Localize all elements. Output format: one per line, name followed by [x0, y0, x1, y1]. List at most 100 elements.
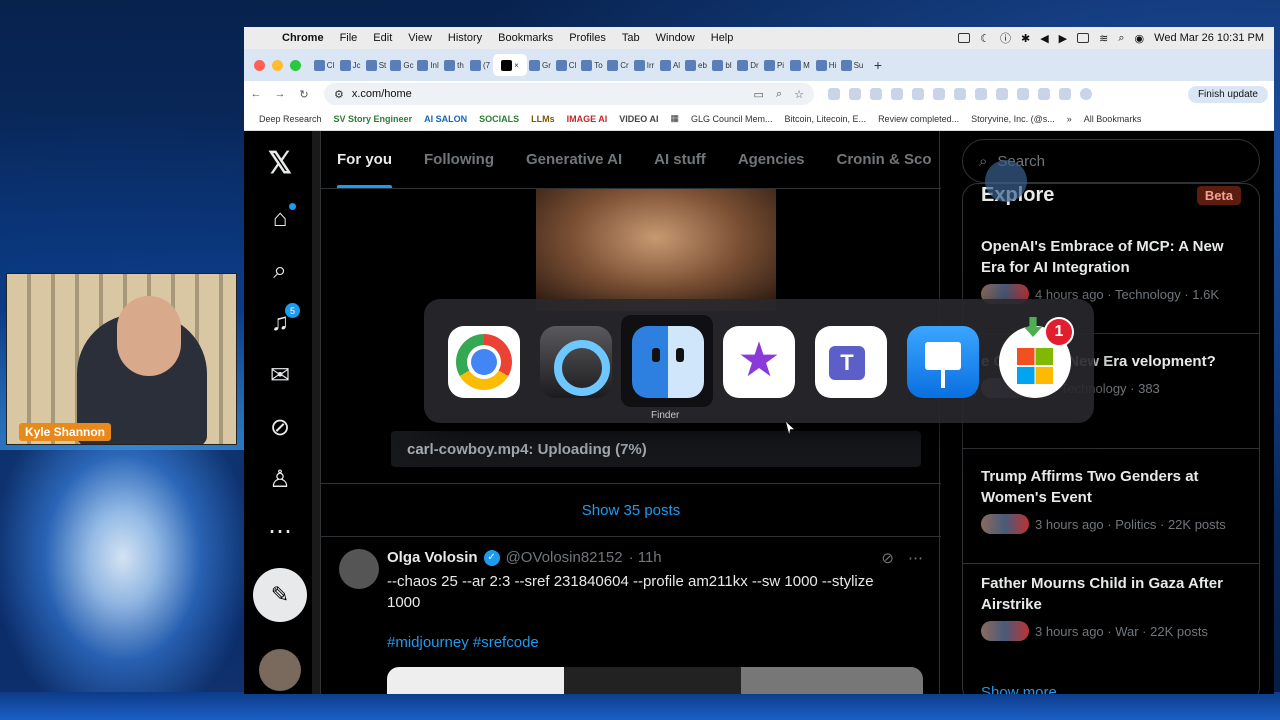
- menu-history[interactable]: History: [440, 32, 490, 44]
- close-window-button[interactable]: [254, 59, 265, 71]
- apps-grid-icon[interactable]: ▦: [667, 112, 682, 125]
- menu-tab[interactable]: Tab: [614, 32, 648, 44]
- menu-help[interactable]: Help: [703, 32, 742, 44]
- keynote-icon[interactable]: [907, 326, 979, 398]
- tweet-author-name[interactable]: Olga Volosin: [387, 549, 478, 566]
- all-bookmarks[interactable]: All Bookmarks: [1081, 113, 1145, 125]
- wifi-icon[interactable]: ≋: [1099, 32, 1108, 45]
- extension-icon[interactable]: [933, 88, 945, 100]
- browser-tab[interactable]: (7: [467, 54, 493, 76]
- bookmark-item[interactable]: VIDEO AI: [616, 113, 661, 125]
- tweet-time[interactable]: · 11h: [629, 549, 662, 566]
- url-text[interactable]: x.com/home: [352, 88, 412, 100]
- zoom-window-button[interactable]: [290, 59, 301, 71]
- browser-tab[interactable]: bl: [709, 54, 735, 76]
- more-icon[interactable]: ⋯: [262, 513, 298, 549]
- trend-story[interactable]: Father Mourns Child in Gaza After Airstr…: [981, 573, 1249, 641]
- explore-search-icon[interactable]: ⌕: [262, 253, 298, 289]
- bookmark-item[interactable]: Deep Research: [256, 113, 325, 125]
- info-icon[interactable]: ⓘ: [1000, 30, 1011, 46]
- browser-tab[interactable]: Inl: [415, 54, 441, 76]
- browser-tab[interactable]: Cl: [311, 54, 337, 76]
- tweet-avatar[interactable]: [339, 549, 379, 589]
- notifications-icon[interactable]: ♫ 5: [262, 303, 300, 341]
- menu-edit[interactable]: Edit: [365, 32, 400, 44]
- browser-tab[interactable]: eb: [683, 54, 709, 76]
- grok-icon[interactable]: ⊘: [262, 409, 298, 445]
- bookmark-item[interactable]: Review completed...: [875, 113, 962, 125]
- menu-file[interactable]: File: [332, 32, 366, 44]
- browser-tab[interactable]: St: [363, 54, 389, 76]
- home-icon[interactable]: ⌂: [262, 201, 298, 237]
- bookmark-item[interactable]: AI SALON: [421, 113, 470, 125]
- menu-profiles[interactable]: Profiles: [561, 32, 614, 44]
- browser-tab[interactable]: Gc: [389, 54, 415, 76]
- browser-tab[interactable]: Hi: [813, 54, 839, 76]
- bookmark-item[interactable]: Bitcoin, Litecoin, E...: [782, 113, 870, 125]
- finish-update-button[interactable]: Finish update: [1187, 85, 1268, 103]
- browser-tab[interactable]: Jc: [337, 54, 363, 76]
- account-avatar[interactable]: [259, 649, 301, 691]
- browser-tab[interactable]: Pi: [761, 54, 787, 76]
- search-icon[interactable]: ⌕: [1118, 32, 1124, 45]
- tweet-handle[interactable]: @OVolosin82152: [506, 549, 623, 566]
- extension-icon[interactable]: [975, 88, 987, 100]
- play-icon[interactable]: ▶: [1059, 32, 1067, 45]
- menu-view[interactable]: View: [400, 32, 440, 44]
- extension-icon[interactable]: [891, 88, 903, 100]
- bookmark-item[interactable]: LLMs: [528, 113, 558, 125]
- bookmarks-overflow-icon[interactable]: »: [1064, 113, 1075, 125]
- imovie-icon[interactable]: [723, 326, 795, 398]
- battery-icon[interactable]: [1077, 33, 1090, 43]
- page-scrollbar[interactable]: [312, 131, 320, 694]
- browser-tab-active-x[interactable]: ×: [493, 54, 527, 76]
- browser-tab[interactable]: Cl: [553, 54, 579, 76]
- browser-tab[interactable]: Su: [839, 54, 865, 76]
- control-center-icon[interactable]: ◉: [1135, 32, 1145, 45]
- finder-icon[interactable]: [632, 326, 704, 398]
- menu-bookmarks[interactable]: Bookmarks: [490, 32, 561, 44]
- site-info-icon[interactable]: ⚙: [334, 88, 344, 101]
- bookmark-item[interactable]: SOCIALS: [476, 113, 522, 125]
- browser-tab[interactable]: Irr: [631, 54, 657, 76]
- bookmark-item[interactable]: GLG Council Mem...: [688, 113, 776, 125]
- puzzle-icon[interactable]: [1038, 88, 1050, 100]
- menubar-clock[interactable]: Wed Mar 26 10:31 PM: [1154, 32, 1264, 44]
- moon-icon[interactable]: ☾: [980, 32, 990, 45]
- volume-icon[interactable]: ◀: [1040, 32, 1048, 45]
- download-icon[interactable]: [1059, 88, 1071, 100]
- reload-icon[interactable]: ↻: [292, 88, 316, 101]
- tab-ai-stuff[interactable]: AI stuff: [638, 131, 722, 188]
- browser-tab[interactable]: M: [787, 54, 813, 76]
- browser-tab[interactable]: th: [441, 54, 467, 76]
- tab-following[interactable]: Following: [408, 131, 510, 188]
- grok-explain-icon[interactable]: ⊘: [881, 549, 894, 567]
- browser-tab[interactable]: Cr: [605, 54, 631, 76]
- extension-icon[interactable]: [1017, 88, 1029, 100]
- profile-avatar[interactable]: [1080, 88, 1092, 100]
- cast-icon[interactable]: ▭: [754, 88, 764, 101]
- screen-icon[interactable]: [958, 33, 971, 43]
- extension-icon[interactable]: [912, 88, 924, 100]
- browser-tab[interactable]: Al: [657, 54, 683, 76]
- minimize-window-button[interactable]: [272, 59, 283, 71]
- tab-cronin[interactable]: Cronin & Sco: [821, 131, 941, 188]
- messages-icon[interactable]: ✉: [262, 357, 298, 393]
- bookmark-item[interactable]: Storyvine, Inc. (@s...: [968, 113, 1058, 125]
- back-icon[interactable]: ←: [244, 88, 268, 100]
- browser-tab[interactable]: To: [579, 54, 605, 76]
- show-more-link[interactable]: Show more: [981, 684, 1057, 694]
- show-new-posts-button[interactable]: Show 35 posts: [321, 484, 941, 536]
- video-preview[interactable]: [536, 189, 776, 311]
- tweet-image[interactable]: [387, 667, 923, 694]
- extension-icon[interactable]: [849, 88, 861, 100]
- bookmark-item[interactable]: IMAGE AI: [564, 113, 611, 125]
- tab-close-icon[interactable]: ×: [514, 61, 519, 70]
- new-tab-button[interactable]: +: [865, 54, 891, 76]
- x-logo-icon[interactable]: 𝕏: [262, 145, 298, 181]
- extension-icon[interactable]: [870, 88, 882, 100]
- chrome-icon[interactable]: [448, 326, 520, 398]
- extension-icon[interactable]: [828, 88, 840, 100]
- zoom-icon[interactable]: ⌕: [776, 88, 782, 101]
- trend-story[interactable]: Trump Affirms Two Genders at Women's Eve…: [963, 466, 1259, 564]
